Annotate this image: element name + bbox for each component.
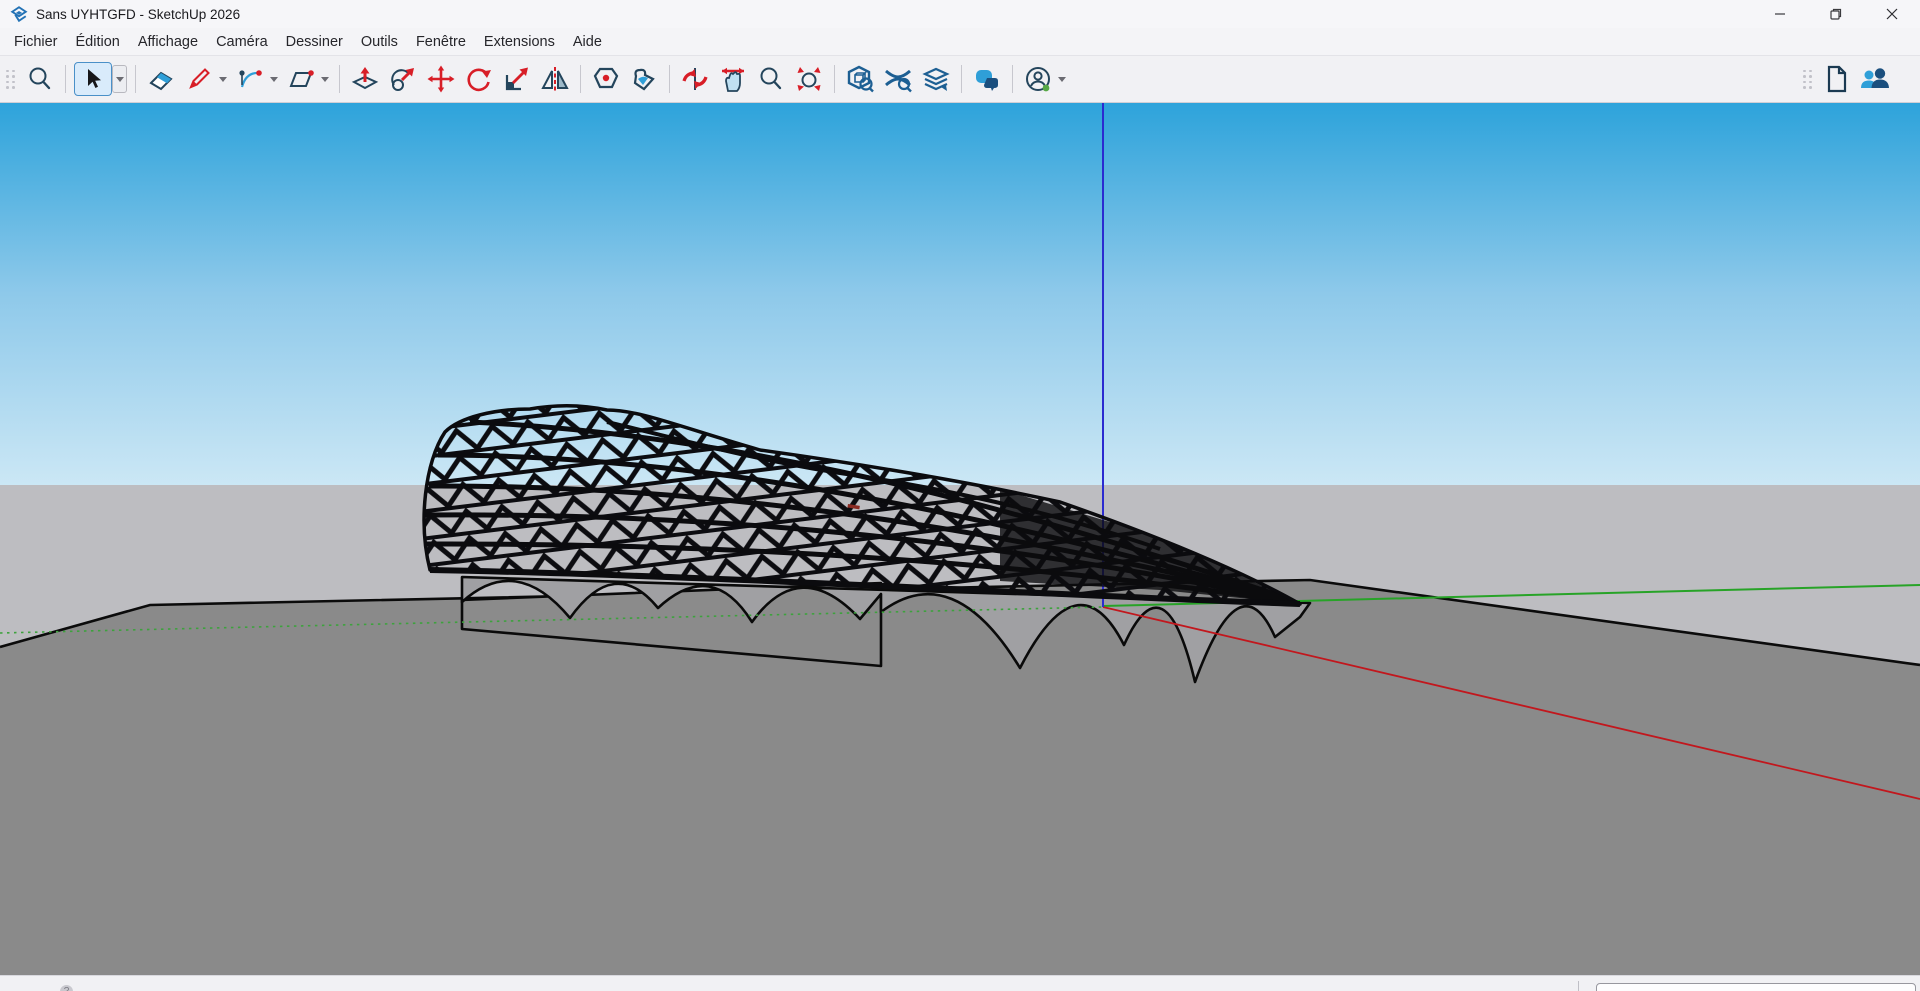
- menu-dessiner[interactable]: Dessiner: [277, 31, 352, 53]
- toolbar: [0, 55, 1920, 103]
- model-viewport[interactable]: [0, 103, 1920, 975]
- terrain: [0, 580, 1920, 975]
- scale-tool-icon[interactable]: [500, 62, 534, 96]
- layout-icon[interactable]: [919, 62, 953, 96]
- title-bar: Sans UYHTGFD - SketchUp 2026: [0, 0, 1920, 28]
- sketchup-window: Sans UYHTGFD - SketchUp 2026 Fichier Édi…: [0, 0, 1920, 991]
- help-icon[interactable]: ?: [60, 985, 73, 991]
- select-options-dropdown[interactable]: [112, 65, 127, 93]
- extension-warehouse-icon[interactable]: [881, 62, 915, 96]
- new-document-icon[interactable]: [1820, 62, 1854, 96]
- menu-aide[interactable]: Aide: [564, 31, 611, 53]
- status-bar: ?: [0, 975, 1920, 991]
- feedback-icon[interactable]: [970, 62, 1004, 96]
- 3d-warehouse-icon[interactable]: [843, 62, 877, 96]
- eraser-tool-icon[interactable]: [144, 62, 178, 96]
- collaborators-icon[interactable]: [1858, 62, 1892, 96]
- paint-bucket-tool-icon[interactable]: [627, 62, 661, 96]
- sketchup-logo-icon: [10, 5, 28, 23]
- arc-tool-icon[interactable]: [233, 62, 267, 96]
- arc-options-dropdown[interactable]: [267, 64, 280, 94]
- zoom-tool-icon[interactable]: [754, 62, 788, 96]
- orbit-tool-icon[interactable]: [678, 62, 712, 96]
- menu-outils[interactable]: Outils: [352, 31, 407, 53]
- pencil-options-dropdown[interactable]: [216, 64, 229, 94]
- menu-fenetre[interactable]: Fenêtre: [407, 31, 475, 53]
- menu-affichage[interactable]: Affichage: [129, 31, 207, 53]
- menu-fichier[interactable]: Fichier: [5, 31, 67, 53]
- minimize-button[interactable]: [1752, 0, 1808, 28]
- menu-extensions[interactable]: Extensions: [475, 31, 564, 53]
- sky: [0, 103, 1920, 485]
- tape-measure-tool-icon[interactable]: [589, 62, 623, 96]
- pan-tool-icon[interactable]: [716, 62, 750, 96]
- toolbar-grip[interactable]: [6, 70, 15, 89]
- flip-tool-icon[interactable]: [538, 62, 572, 96]
- close-button[interactable]: [1864, 0, 1920, 28]
- push-pull-tool-icon[interactable]: [348, 62, 382, 96]
- zoom-extents-tool-icon[interactable]: [792, 62, 826, 96]
- rotate-tool-icon[interactable]: [462, 62, 496, 96]
- select-tool-icon[interactable]: [74, 62, 112, 96]
- menu-camera[interactable]: Caméra: [207, 31, 277, 53]
- menu-edition[interactable]: Édition: [67, 31, 129, 53]
- follow-me-tool-icon[interactable]: [386, 62, 420, 96]
- rectangle-tool-icon[interactable]: [284, 62, 318, 96]
- account-options-dropdown[interactable]: [1055, 64, 1068, 94]
- statusbar-separator: [1578, 981, 1579, 991]
- menu-bar: Fichier Édition Affichage Caméra Dessine…: [0, 28, 1920, 55]
- pencil-tool-icon[interactable]: [182, 62, 216, 96]
- toolbar-grip-right[interactable]: [1803, 70, 1812, 89]
- window-title: Sans UYHTGFD - SketchUp 2026: [36, 7, 240, 22]
- account-icon[interactable]: [1021, 62, 1055, 96]
- measurements-input[interactable]: [1596, 983, 1916, 991]
- restore-button[interactable]: [1808, 0, 1864, 28]
- move-tool-icon[interactable]: [424, 62, 458, 96]
- rectangle-options-dropdown[interactable]: [318, 64, 331, 94]
- search-tool-icon[interactable]: [23, 62, 57, 96]
